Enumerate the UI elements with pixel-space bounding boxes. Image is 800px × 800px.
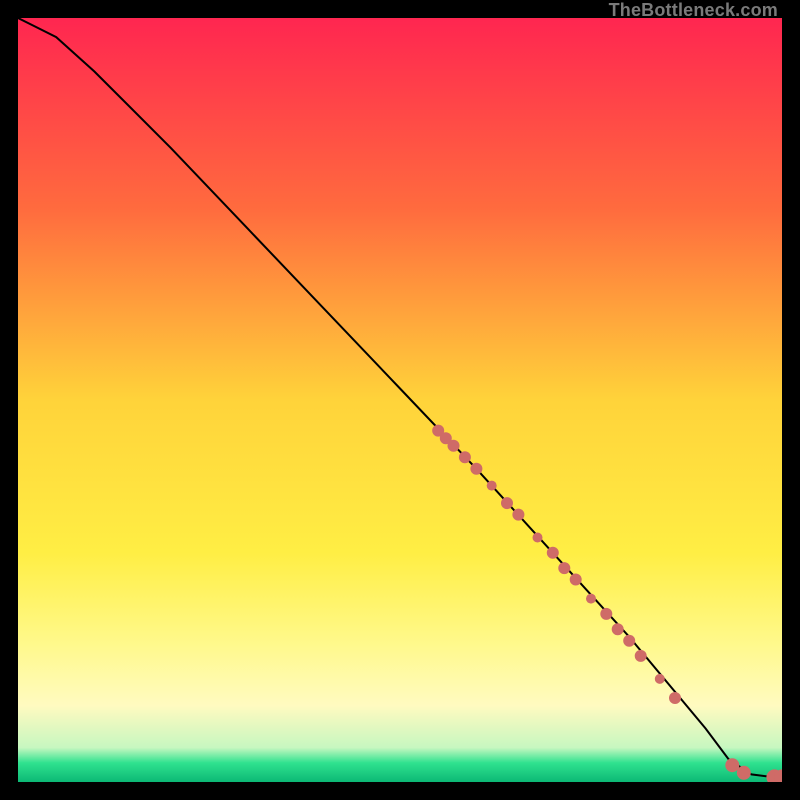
data-point [448,440,460,452]
data-point [669,692,681,704]
data-point [655,674,665,684]
data-point [501,497,513,509]
data-point [737,766,751,780]
data-point [586,594,596,604]
data-point [547,547,559,559]
data-point [533,533,543,543]
data-point [612,623,624,635]
data-point [725,758,739,772]
plot-background [18,18,782,782]
chart-svg [18,18,782,782]
data-point [512,509,524,521]
watermark-text: TheBottleneck.com [609,0,778,21]
data-point [470,463,482,475]
data-point [600,608,612,620]
data-point [635,650,647,662]
data-point [623,635,635,647]
data-point [459,451,471,463]
data-point [487,481,497,491]
data-point [570,574,582,586]
data-point [558,562,570,574]
